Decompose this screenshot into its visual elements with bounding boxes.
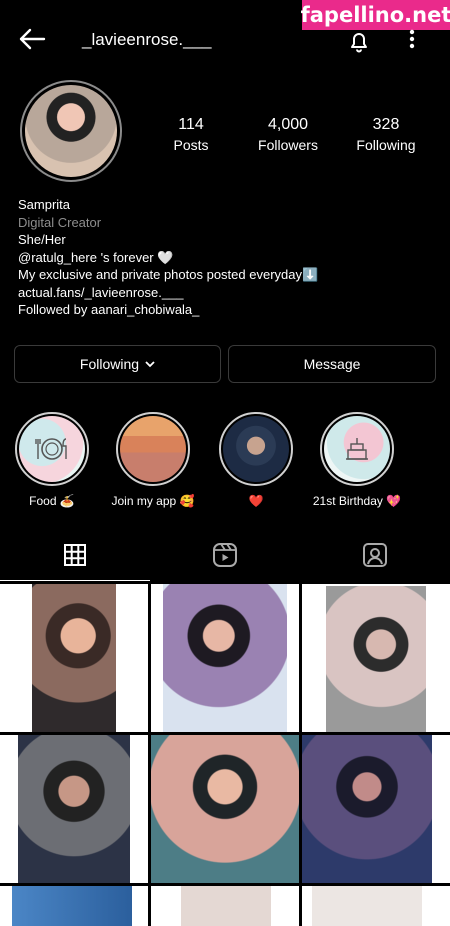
- grid-post[interactable]: [151, 735, 299, 883]
- following-button-label: Following: [79, 356, 140, 372]
- bio: Samprita Digital Creator She/Her @ratulg…: [18, 196, 318, 319]
- more-options-icon[interactable]: [402, 28, 422, 50]
- avatar[interactable]: [20, 80, 122, 182]
- highlight-label: 21st Birthday 💖: [312, 494, 402, 508]
- plate-icon: [19, 416, 85, 482]
- tab-tagged[interactable]: [300, 533, 450, 577]
- highlight-food[interactable]: Food 🍝: [7, 412, 97, 508]
- profile-pronouns: She/Her: [18, 232, 66, 247]
- message-button-label: Message: [303, 356, 361, 372]
- watermark: fapellino.net: [301, 0, 450, 30]
- grid-post[interactable]: [0, 886, 148, 926]
- bio-link[interactable]: actual.fans/_lavieenrose.___: [18, 284, 318, 302]
- grid-post[interactable]: [302, 886, 450, 926]
- grid-post[interactable]: [151, 584, 299, 732]
- tab-grid[interactable]: [0, 533, 150, 577]
- tagged-user-icon: [363, 543, 387, 567]
- highlight-image: [120, 416, 186, 482]
- posts-stat[interactable]: 114 Posts: [146, 116, 236, 153]
- followers-count: 4,000: [267, 116, 309, 133]
- following-stat[interactable]: 328 Following: [341, 116, 431, 153]
- bio-line-1: @ratulg_here 's forever 🤍: [18, 249, 174, 265]
- followed-by-user[interactable]: aanari_chobiwala_: [91, 302, 199, 317]
- followers-label: Followers: [258, 137, 318, 153]
- highlight-heart[interactable]: ❤️: [211, 412, 301, 508]
- notification-bell-icon[interactable]: [344, 28, 374, 54]
- following-button[interactable]: Following: [14, 345, 221, 383]
- highlight-label: ❤️: [248, 494, 264, 508]
- grid-post[interactable]: [302, 735, 450, 883]
- followers-stat[interactable]: 4,000 Followers: [243, 116, 333, 153]
- grid-post[interactable]: [302, 584, 450, 732]
- highlight-ring: [219, 412, 293, 486]
- grid-post[interactable]: [0, 584, 148, 732]
- avatar-image: [25, 85, 117, 177]
- followed-by-prefix: Followed by: [18, 302, 91, 317]
- highlight-ring: [15, 412, 89, 486]
- grid-post[interactable]: [0, 735, 148, 883]
- posts-label: Posts: [173, 137, 209, 153]
- highlight-join-my-app[interactable]: Join my app 🥰: [108, 412, 198, 508]
- profile-username: _lavieenrose.___: [82, 30, 212, 49]
- highlight-label: Food 🍝: [29, 494, 75, 508]
- highlight-ring: [116, 412, 190, 486]
- active-tab-indicator: [0, 580, 150, 581]
- cake-icon: [324, 416, 390, 482]
- highlight-ring: [320, 412, 394, 486]
- highlight-21st-birthday[interactable]: 21st Birthday 💖: [312, 412, 402, 508]
- back-arrow-icon[interactable]: [16, 25, 48, 53]
- tab-reels[interactable]: [150, 533, 300, 577]
- message-button[interactable]: Message: [228, 345, 436, 383]
- profile-category: Digital Creator: [18, 214, 102, 230]
- following-count: 328: [372, 116, 400, 133]
- profile-name: Samprita: [18, 197, 71, 212]
- grid-icon: [64, 544, 86, 566]
- bio-line-2: My exclusive and private photos posted e…: [18, 267, 319, 282]
- following-label: Following: [356, 137, 416, 153]
- highlight-image: [223, 416, 289, 482]
- posts-count: 114: [178, 116, 204, 133]
- highlight-label: Join my app 🥰: [111, 494, 195, 508]
- followed-by[interactable]: Followed by aanari_chobiwala_: [18, 301, 318, 319]
- reels-icon: [213, 543, 237, 567]
- grid-post[interactable]: [151, 886, 299, 926]
- chevron-down-icon: [145, 360, 155, 367]
